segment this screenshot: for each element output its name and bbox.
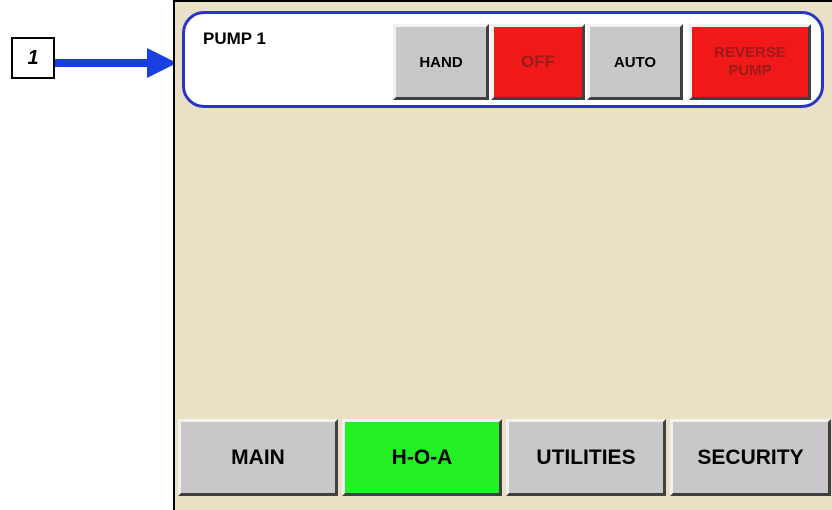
nav-main-label: MAIN bbox=[231, 445, 285, 469]
off-button-label: OFF bbox=[521, 52, 555, 71]
hmi-panel: PUMP 1 HAND OFF AUTO REVERSE PUMP MAIN H… bbox=[173, 0, 832, 510]
hand-button-label: HAND bbox=[419, 53, 463, 71]
reverse-pump-button-label: REVERSE PUMP bbox=[714, 44, 786, 79]
nav-utilities-button[interactable]: UTILITIES bbox=[506, 419, 666, 496]
nav-utilities-label: UTILITIES bbox=[536, 445, 636, 469]
hmi-screenshot: 1 PUMP 1 HAND OFF AUTO REVERSE PUMP MAIN bbox=[0, 0, 832, 510]
off-button[interactable]: OFF bbox=[491, 24, 585, 100]
nav-hoa-label: H-O-A bbox=[391, 445, 453, 469]
nav-security-label: SECURITY bbox=[697, 445, 804, 469]
reverse-pump-button[interactable]: REVERSE PUMP bbox=[689, 24, 811, 100]
hand-button[interactable]: HAND bbox=[393, 24, 489, 100]
callout-number-box: 1 bbox=[11, 37, 55, 79]
arrow-right-icon bbox=[55, 48, 177, 78]
nav-main-button[interactable]: MAIN bbox=[178, 419, 338, 496]
auto-button-label: AUTO bbox=[613, 53, 657, 71]
callout-number: 1 bbox=[27, 46, 39, 69]
nav-security-button[interactable]: SECURITY bbox=[670, 419, 831, 496]
nav-hoa-button[interactable]: H-O-A bbox=[342, 419, 502, 496]
pump-1-group: PUMP 1 HAND OFF AUTO REVERSE PUMP bbox=[182, 11, 824, 108]
pump-title: PUMP 1 bbox=[203, 29, 266, 48]
auto-button[interactable]: AUTO bbox=[587, 24, 683, 100]
